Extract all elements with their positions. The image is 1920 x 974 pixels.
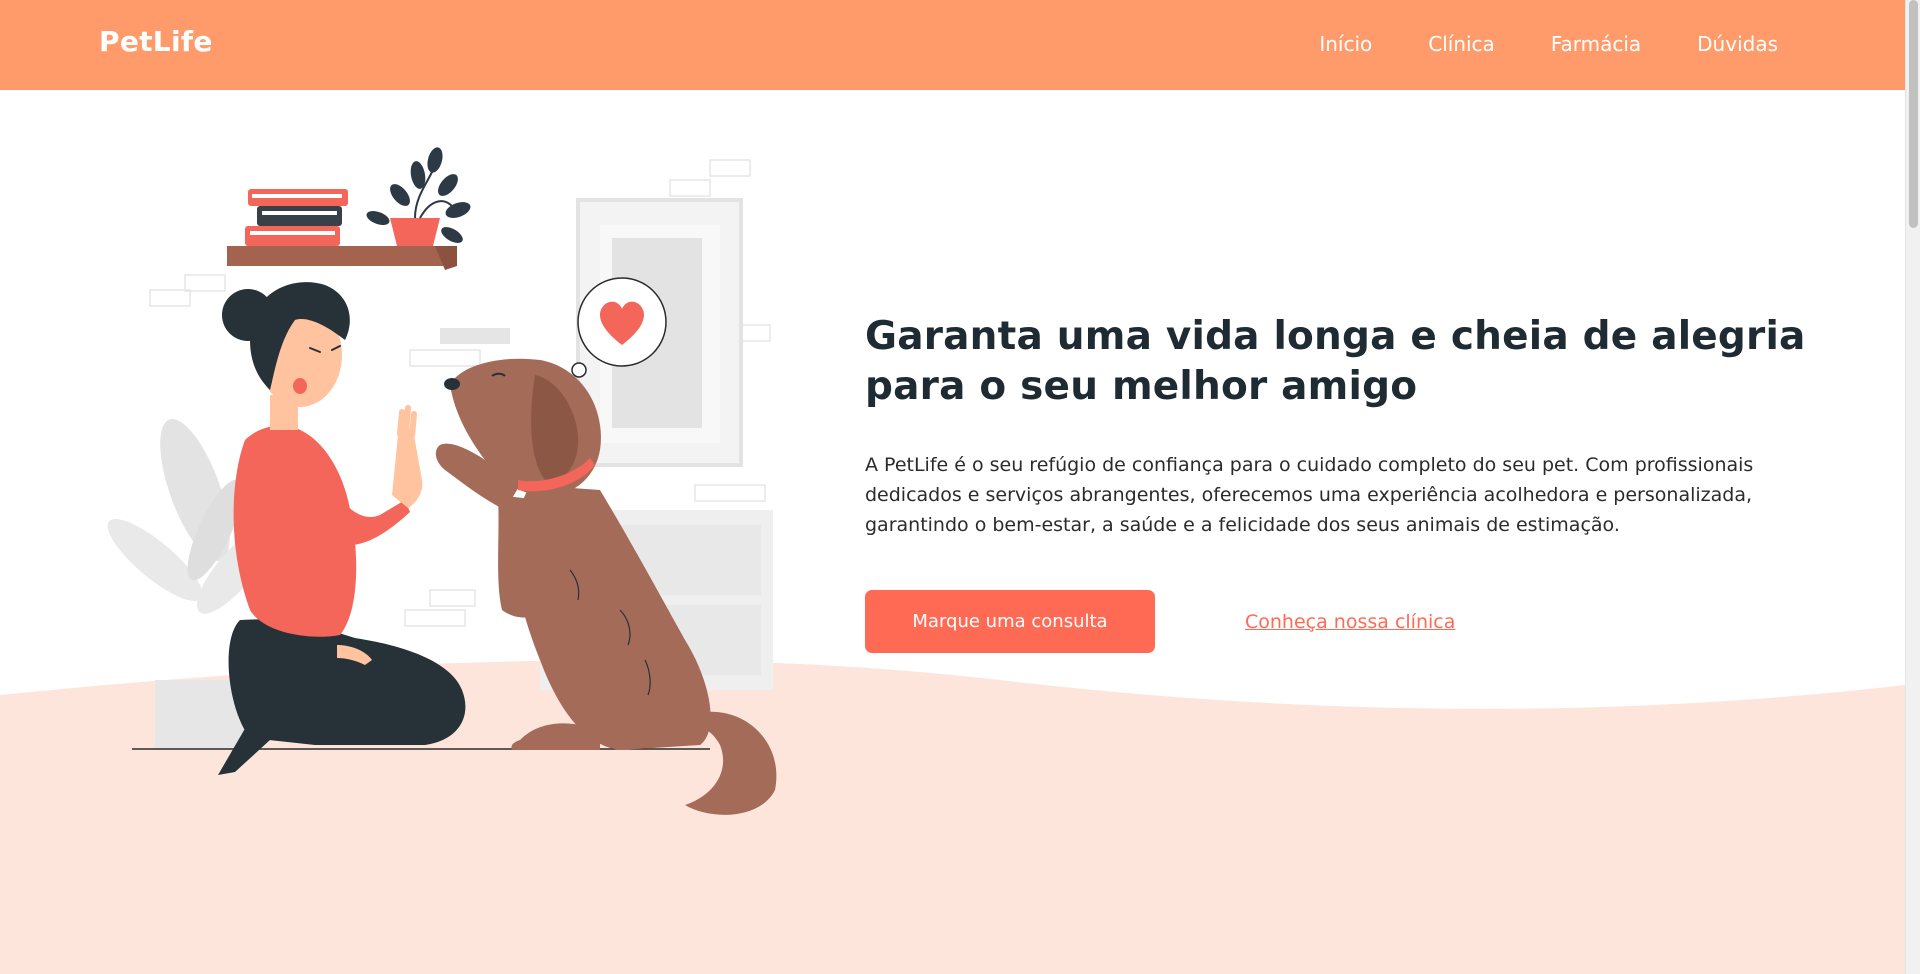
scrollbar-thumb[interactable] [1909, 0, 1918, 228]
brick-filled [440, 328, 510, 344]
vertical-scrollbar[interactable] [1905, 0, 1920, 974]
hero-title-line-1: Garanta uma vida longa e cheia de alegri… [865, 314, 1806, 359]
book-appointment-button[interactable]: Marque uma consulta [865, 590, 1155, 653]
nav-link-duvidas[interactable]: Dúvidas [1697, 32, 1778, 56]
clinic-link[interactable]: Conheça nossa clínica [1245, 611, 1455, 633]
logo[interactable]: PetLife [99, 25, 213, 58]
hero-section: Garanta uma vida longa e cheia de alegri… [865, 312, 1815, 653]
hero-description: A PetLife é o seu refúgio de confiança p… [865, 454, 1754, 536]
hero-actions: Marque uma consulta Conheça nossa clínic… [865, 590, 1815, 653]
hero-title-line-2: para o seu melhor amigo [865, 364, 1418, 409]
page: PetLife Início Clínica Farmácia Dúvidas [0, 0, 1905, 974]
main-nav: Início Clínica Farmácia Dúvidas [1319, 32, 1778, 56]
top-navbar: PetLife Início Clínica Farmácia Dúvidas [0, 0, 1905, 90]
nav-link-clinica[interactable]: Clínica [1428, 32, 1495, 56]
woman-figure [218, 282, 466, 775]
wall-shelf [227, 147, 471, 270]
hero-title: Garanta uma vida longa e cheia de alegri… [865, 312, 1815, 412]
nav-link-farmacia[interactable]: Farmácia [1551, 32, 1641, 56]
hero-illustration [107, 147, 777, 815]
nav-link-inicio[interactable]: Início [1319, 32, 1372, 56]
